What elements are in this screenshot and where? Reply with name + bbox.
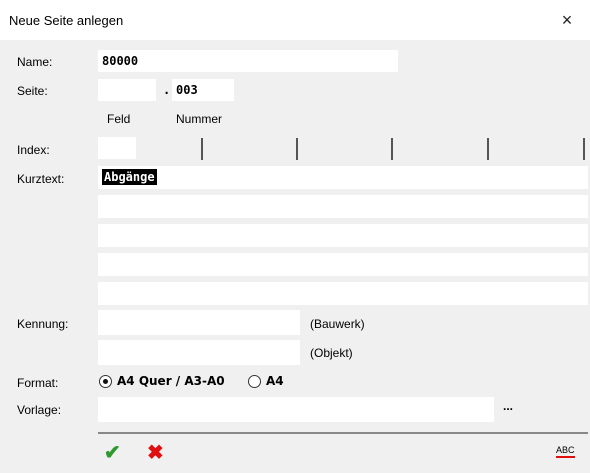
bauwerk-caption: (Bauwerk) bbox=[310, 317, 365, 331]
vorlage-label: Vorlage: bbox=[17, 403, 62, 417]
format-label: Format: bbox=[17, 376, 59, 390]
feld-caption: Feld bbox=[107, 112, 131, 126]
seite-separator: . bbox=[163, 83, 171, 97]
vorlage-input[interactable] bbox=[98, 397, 494, 422]
kurztext-line-2[interactable] bbox=[98, 195, 588, 218]
index-divider bbox=[391, 138, 393, 160]
index-divider bbox=[583, 138, 585, 160]
format-a4-radio[interactable] bbox=[248, 375, 261, 388]
nummer-caption: Nummer bbox=[176, 112, 223, 126]
objekt-caption: (Objekt) bbox=[310, 346, 353, 360]
format-a4quer-label[interactable]: A4 Quer / A3-A0 bbox=[117, 374, 225, 388]
index-divider bbox=[487, 138, 489, 160]
footer-divider bbox=[98, 432, 588, 434]
kurztext-line-3[interactable] bbox=[98, 224, 588, 247]
index-label: Index: bbox=[17, 143, 50, 157]
kennung-bauwerk-input[interactable] bbox=[98, 310, 300, 335]
kurztext-line-5[interactable] bbox=[98, 282, 588, 305]
seite-label: Seite: bbox=[17, 84, 48, 98]
index-divider bbox=[201, 138, 203, 160]
window-title: Neue Seite anlegen bbox=[9, 13, 124, 28]
browse-button[interactable]: ... bbox=[503, 399, 513, 413]
kurztext-line-4[interactable] bbox=[98, 253, 588, 276]
kurztext-line-1-text: Abgänge bbox=[102, 169, 157, 185]
name-input[interactable]: 80000 bbox=[98, 50, 398, 72]
spellcheck-icon[interactable]: ABC bbox=[556, 446, 575, 458]
kurztext-line-1[interactable]: Abgänge bbox=[98, 166, 588, 189]
index-input[interactable] bbox=[98, 137, 136, 159]
format-a4quer-radio[interactable] bbox=[99, 375, 112, 388]
format-a4-label[interactable]: A4 bbox=[266, 374, 284, 388]
kennung-label: Kennung: bbox=[17, 317, 69, 331]
cancel-x-icon[interactable]: ✖ bbox=[147, 440, 164, 465]
seite-nummer-input[interactable]: 003 bbox=[172, 79, 234, 101]
kennung-objekt-input[interactable] bbox=[98, 340, 300, 365]
title-bar: Neue Seite anlegen × bbox=[0, 0, 590, 40]
kurztext-label: Kurztext: bbox=[17, 172, 65, 186]
index-divider bbox=[296, 138, 298, 160]
seite-feld-input[interactable] bbox=[98, 79, 156, 101]
ok-check-icon[interactable]: ✔ bbox=[104, 440, 121, 465]
close-icon[interactable]: × bbox=[544, 0, 590, 40]
name-label: Name: bbox=[17, 55, 53, 69]
